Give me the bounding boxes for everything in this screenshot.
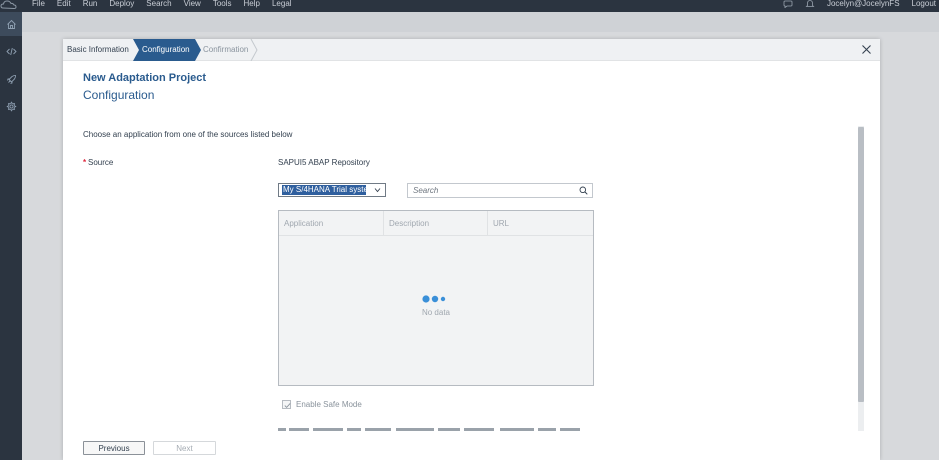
menu: File Edit Run Deploy Search View Tools H… (32, 0, 304, 8)
applications-table: Application Description URL No data (278, 210, 594, 386)
notification-bell-icon[interactable] (805, 0, 815, 8)
search-input[interactable] (408, 184, 576, 197)
dialog-title: New Adaptation Project (83, 72, 207, 84)
rocket-icon (6, 74, 16, 84)
menu-help[interactable]: Help (244, 0, 260, 8)
sidebar-item-home[interactable] (0, 12, 22, 36)
sidebar-item-development[interactable] (0, 39, 22, 63)
cloud-logo-icon (0, 0, 17, 10)
table-header: Application Description URL (279, 211, 593, 236)
source-label: Source (88, 158, 114, 167)
menu-deploy[interactable]: Deploy (109, 0, 134, 8)
wizard-step-configuration-label: Configuration (142, 45, 190, 54)
configuration-form: Choose an application from one of the so… (63, 126, 860, 431)
column-header-url[interactable]: URL (488, 211, 593, 236)
chat-icon[interactable] (783, 0, 793, 8)
wizard-step-basic-information[interactable]: Basic Information (63, 39, 133, 61)
menu-run[interactable]: Run (83, 0, 98, 8)
step-separator-chevron (250, 39, 258, 61)
clipped-text-fragment (278, 428, 580, 431)
instruction-text: Choose an application from one of the so… (83, 130, 293, 139)
new-adaptation-project-dialog: Basic Information Configuration Confirma… (63, 39, 880, 460)
sidebar-item-deploy[interactable] (0, 67, 22, 91)
safe-mode-label: Enable Safe Mode (296, 400, 362, 409)
wizard-step-configuration[interactable]: Configuration (133, 39, 201, 61)
wizard-progress-bar: Basic Information Configuration Confirma… (63, 39, 880, 61)
application-search (407, 183, 593, 198)
system-select[interactable]: My S/4HANA Trial syste (278, 183, 386, 197)
required-indicator: * (83, 158, 87, 167)
user-name[interactable]: Jocelyn@JocelynFS (827, 0, 900, 8)
menu-file[interactable]: File (32, 0, 45, 8)
no-data-text: No data (421, 308, 451, 317)
menu-tools[interactable]: Tools (213, 0, 232, 8)
search-icon[interactable] (579, 186, 588, 195)
column-header-application[interactable]: Application (279, 211, 384, 236)
left-sidebar (0, 12, 22, 460)
checkmark-icon (284, 403, 291, 409)
source-value: SAPUI5 ABAP Repository (278, 158, 370, 167)
code-icon (5, 47, 17, 55)
close-icon[interactable] (861, 44, 872, 55)
menu-search[interactable]: Search (146, 0, 171, 8)
previous-button[interactable]: Previous (83, 441, 145, 455)
home-icon (6, 19, 16, 29)
sidebar-item-settings[interactable] (0, 94, 22, 118)
safe-mode-checkbox[interactable] (282, 400, 291, 409)
logout-link[interactable]: Logout (912, 0, 936, 8)
next-button[interactable]: Next (153, 441, 216, 455)
gear-icon (6, 101, 16, 111)
menu-view[interactable]: View (184, 0, 201, 8)
column-header-description[interactable]: Description (384, 211, 488, 236)
busy-indicator (422, 295, 446, 303)
workspace-background (22, 12, 939, 32)
system-select-value: My S/4HANA Trial syste (282, 185, 366, 195)
content-scrollbar-thumb[interactable] (858, 127, 864, 402)
safe-mode-option: Enable Safe Mode (282, 400, 362, 409)
chevron-down-icon (374, 188, 381, 193)
menu-legal[interactable]: Legal (272, 0, 292, 8)
menu-edit[interactable]: Edit (57, 0, 71, 8)
menubar-right: Jocelyn@JocelynFS Logout (783, 0, 936, 8)
dialog-subtitle: Configuration (83, 88, 155, 102)
top-menu-bar: File Edit Run Deploy Search View Tools H… (0, 0, 939, 12)
